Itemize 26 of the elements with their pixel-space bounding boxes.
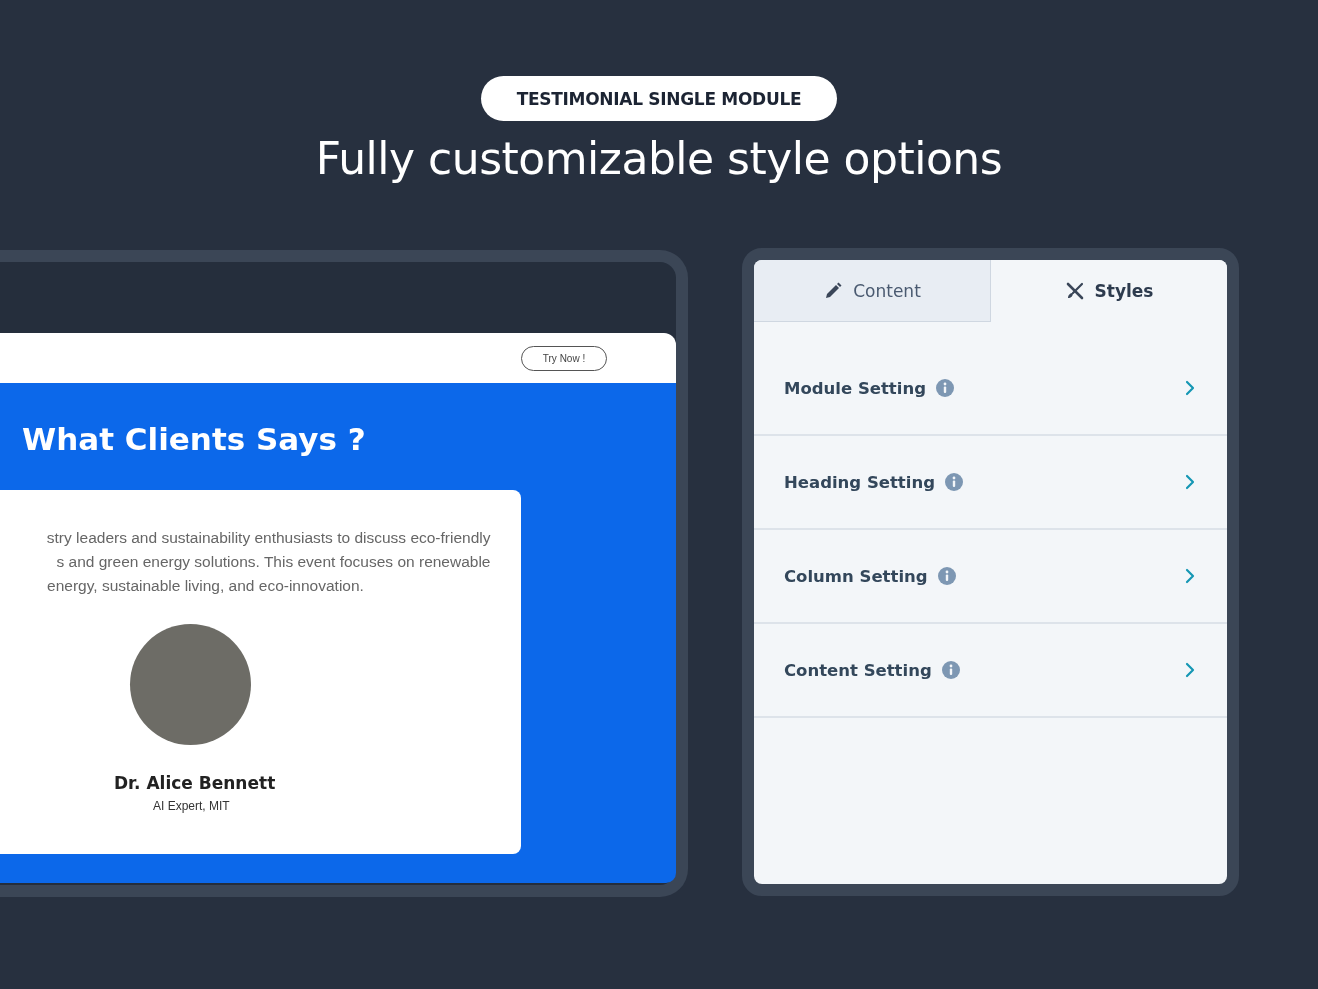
section-heading: What Clients Says ? bbox=[22, 420, 367, 459]
try-now-button[interactable]: Try Now ! bbox=[521, 345, 607, 371]
setting-label: Heading Setting bbox=[784, 472, 935, 492]
info-icon[interactable] bbox=[935, 379, 954, 397]
settings-row[interactable]: Heading Setting bbox=[754, 436, 1227, 530]
testimonial-text: stry leaders and sustainability enthusiasts to discuss eco-friendly s and green energy solutions. This event focuses on renewable energy, sustainable living, and eco-innovation. bbox=[45, 528, 491, 596]
page-title: Fully customizable style options bbox=[315, 133, 1003, 184]
person-role: AI Expert, MIT bbox=[153, 799, 230, 813]
chevron-right-icon bbox=[1185, 380, 1195, 396]
pencil-icon bbox=[823, 280, 844, 301]
info-icon[interactable] bbox=[941, 661, 960, 679]
brush-cross-icon bbox=[1064, 281, 1085, 301]
setting-label: Content Setting bbox=[784, 660, 932, 680]
chevron-right-icon bbox=[1185, 568, 1195, 584]
panel-tab[interactable]: Content bbox=[754, 260, 991, 322]
info-icon[interactable] bbox=[944, 473, 963, 491]
badge-label: TESTIMONIAL SINGLE MODULE bbox=[480, 76, 838, 121]
chevron-right-icon bbox=[1185, 662, 1195, 678]
settings-row[interactable]: Column Setting bbox=[754, 530, 1227, 624]
info-icon[interactable] bbox=[937, 567, 956, 585]
setting-label: Column Setting bbox=[784, 566, 928, 586]
person-name: Dr. Alice Bennett bbox=[114, 773, 276, 793]
chevron-right-icon bbox=[1185, 474, 1195, 490]
settings-row[interactable]: Content Setting bbox=[754, 624, 1227, 718]
setting-label: Module Setting bbox=[784, 378, 926, 398]
settings-row[interactable]: Module Setting bbox=[754, 342, 1227, 436]
